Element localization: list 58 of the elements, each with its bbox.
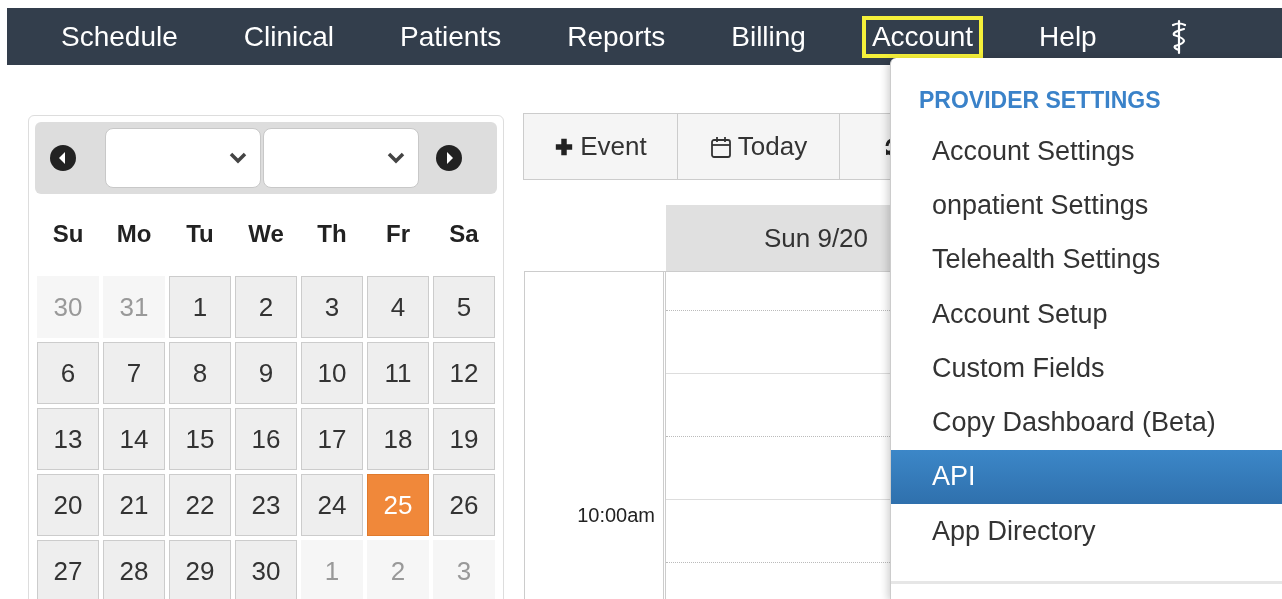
calendar-icon — [709, 134, 732, 159]
day-cell[interactable]: 5 — [433, 276, 495, 338]
day-cell[interactable]: 11 — [367, 342, 429, 404]
add-button[interactable]: Event — [523, 113, 678, 180]
today-button[interactable]: Today — [677, 113, 840, 180]
weekday-label: Mo — [115, 220, 153, 248]
day-cell[interactable]: 4 — [367, 276, 429, 338]
menu-item[interactable]: Account Setup — [891, 286, 1282, 342]
time-label: 10:00am — [576, 503, 656, 527]
menu-section-heading: PROVIDER SETTINGS — [918, 87, 1162, 115]
day-cell[interactable]: 17 — [301, 408, 363, 470]
day-cell[interactable]: 19 — [433, 408, 495, 470]
day-cell[interactable]: 28 — [103, 540, 165, 599]
nav-item[interactable]: Clinical — [233, 15, 344, 58]
day-cell[interactable]: 24 — [301, 474, 363, 536]
weekday-label: We — [247, 220, 285, 248]
day-cell[interactable]: 30 — [235, 540, 297, 599]
day-cell[interactable]: 8 — [169, 342, 231, 404]
weekday-label: Th — [316, 220, 348, 248]
nav-item[interactable]: Patients — [390, 15, 512, 58]
day-cell[interactable]: 16 — [235, 408, 297, 470]
menu-item[interactable]: API — [891, 449, 1282, 505]
caret-icon — [386, 151, 406, 165]
day-cell[interactable]: 2 — [235, 276, 297, 338]
day-cell[interactable]: 23 — [235, 474, 297, 536]
day-cell[interactable]: 26 — [433, 474, 495, 536]
day-cell[interactable]: 27 — [37, 540, 99, 599]
caret-icon — [228, 151, 248, 165]
day-cell[interactable]: 9 — [235, 342, 297, 404]
day-cell[interactable]: 10 — [301, 342, 363, 404]
day-cell[interactable]: 15 — [169, 408, 231, 470]
nav-item[interactable]: Billing — [721, 15, 816, 58]
day-cell[interactable]: 13 — [37, 408, 99, 470]
next-icon[interactable] — [435, 144, 463, 172]
day-cell[interactable]: 6 — [37, 342, 99, 404]
day-cell[interactable]: 1 — [169, 276, 231, 338]
weekday-label: Su — [51, 220, 85, 248]
previous-icon[interactable] — [49, 144, 77, 172]
day-cell[interactable]: 14 — [103, 408, 165, 470]
weekday-label: Tu — [185, 220, 215, 248]
nav-item[interactable]: Account — [861, 15, 984, 58]
day-cell[interactable]: 7 — [103, 342, 165, 404]
day-cell[interactable]: 18 — [367, 408, 429, 470]
day-cell[interactable]: 12 — [433, 342, 495, 404]
day-cell[interactable]: 20 — [37, 474, 99, 536]
nav-item[interactable]: Help — [1029, 15, 1107, 58]
day-cell[interactable]: 21 — [103, 474, 165, 536]
weekday-label: Fr — [385, 220, 411, 248]
day-cell[interactable]: 3 — [301, 276, 363, 338]
day-cell[interactable]: 22 — [169, 474, 231, 536]
menu-item[interactable]: Account Settings — [891, 124, 1282, 179]
nav-item[interactable]: Schedule — [51, 15, 188, 58]
menu-item[interactable]: Custom Fields — [891, 341, 1282, 396]
day-cell[interactable]: 29 — [169, 540, 231, 599]
weekday-label: Sa — [448, 220, 480, 248]
menu-item[interactable]: App Directory — [891, 504, 1282, 559]
nav-item[interactable]: Reports — [557, 15, 676, 58]
menu-item[interactable]: Copy Dashboard (Beta) — [891, 395, 1282, 450]
